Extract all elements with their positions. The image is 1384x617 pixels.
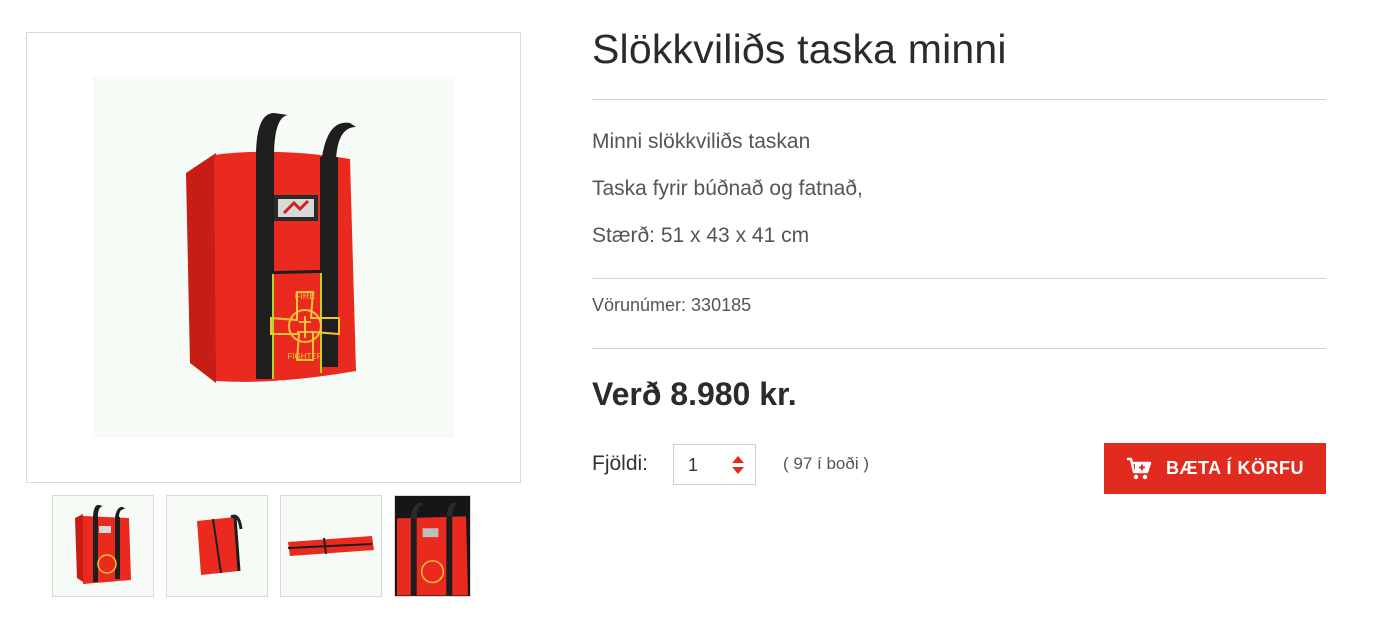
quantity-value[interactable]: 1 — [688, 455, 698, 476]
cart-plus-icon — [1127, 457, 1152, 479]
quantity-stepper[interactable]: 1 — [673, 444, 756, 485]
product-page: FIRE FIGHTER Slökkviliðs taska minni Min… — [0, 0, 1384, 617]
product-description-line-3: Stærð: 51 x 43 x 41 cm — [592, 224, 810, 247]
product-description-line-2: Taska fyrir búðnað og fatnað, — [592, 177, 863, 200]
quantity-label: Fjöldi: — [592, 452, 649, 475]
main-product-image[interactable]: FIRE FIGHTER — [26, 32, 521, 483]
divider — [592, 99, 1326, 100]
svg-text:FIRE: FIRE — [294, 291, 315, 301]
thumbnail-2[interactable] — [166, 495, 268, 597]
spinner-arrows-icon[interactable] — [730, 453, 746, 477]
divider — [592, 348, 1326, 349]
product-price: Verð 8.980 kr. — [592, 376, 797, 412]
product-title: Slökkviliðs taska minni — [592, 26, 1007, 72]
add-to-cart-button[interactable]: BÆTA Í KÖRFU — [1104, 443, 1326, 494]
product-description-line-1: Minni slökkviliðs taskan — [592, 130, 811, 153]
svg-text:FIGHTER: FIGHTER — [287, 352, 322, 361]
thumbnail-4[interactable] — [394, 495, 471, 597]
bag-side-thumbnail — [197, 514, 243, 575]
add-to-cart-label: BÆTA Í KÖRFU — [1166, 458, 1304, 478]
stock-availability: ( 97 í boði ) — [783, 454, 869, 473]
thumbnail-3[interactable] — [280, 495, 382, 597]
bag-folded-thumbnail — [287, 536, 374, 556]
divider — [592, 278, 1326, 279]
bag-front-thumbnail — [75, 504, 131, 584]
fire-bag-image: FIRE FIGHTER — [185, 112, 356, 383]
bag-dark-thumbnail — [395, 496, 470, 596]
thumbnail-1[interactable] — [52, 495, 154, 597]
product-photo: FIRE FIGHTER — [93, 77, 454, 438]
product-sku: Vörunúmer: 330185 — [592, 295, 752, 315]
